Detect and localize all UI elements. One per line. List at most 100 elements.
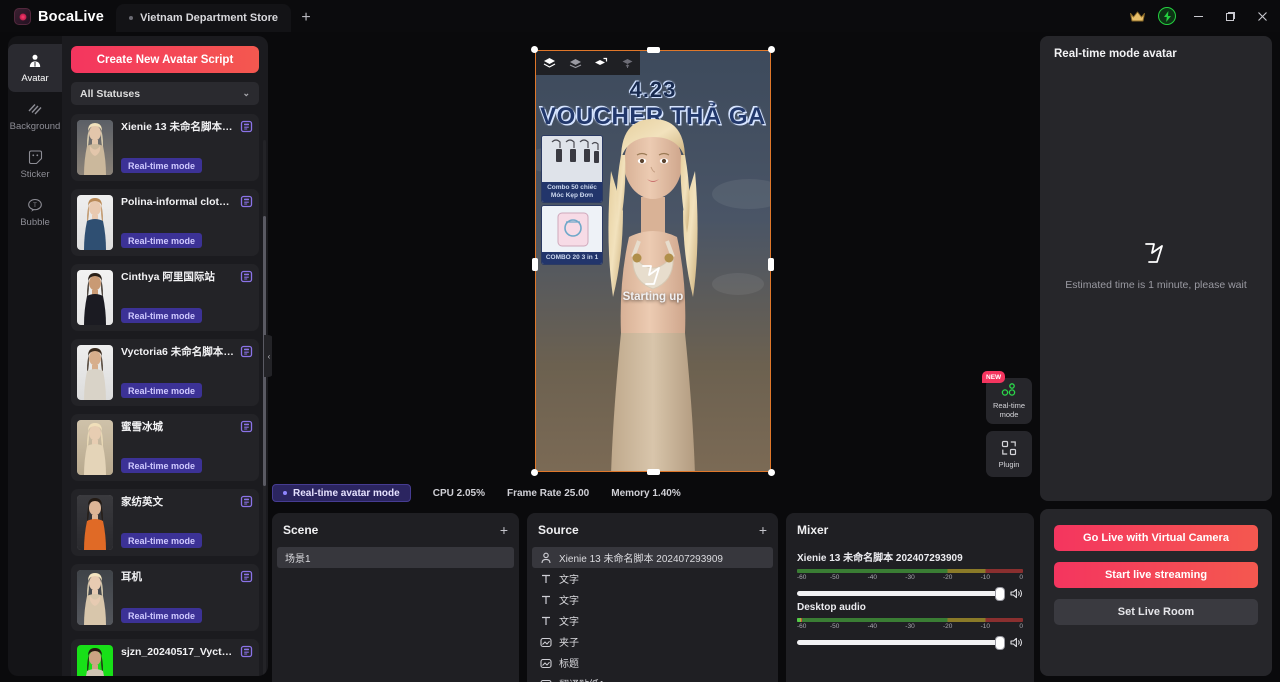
avatar-thumbnail xyxy=(77,345,113,400)
status-badge: Real-time mode xyxy=(121,608,203,623)
script-icon[interactable] xyxy=(240,420,253,433)
layer-stack-icon[interactable] xyxy=(562,57,588,69)
layer-forward-icon[interactable] xyxy=(588,57,614,69)
boost-icon[interactable] xyxy=(1152,1,1182,31)
close-button[interactable] xyxy=(1246,0,1278,32)
resize-handle-tr[interactable] xyxy=(768,46,775,53)
avatar-card-body: 家纺英文 Real-time mode xyxy=(121,495,253,550)
text-icon xyxy=(540,615,552,627)
avatar-card[interactable]: Vyctoria6 未命名脚本 2… Real-time mode xyxy=(71,339,259,406)
script-icon[interactable] xyxy=(240,120,253,133)
mixer-tick: -40 xyxy=(867,574,878,581)
source-list-item[interactable]: 翻译贴纸1 xyxy=(532,673,773,682)
script-icon[interactable] xyxy=(240,645,253,658)
avatar-card[interactable]: 耳机 Real-time mode xyxy=(71,564,259,631)
left-nav-rail: Avatar Background Sticker T Bubble xyxy=(8,36,62,676)
source-list-item[interactable]: 文字 xyxy=(532,610,773,631)
script-icon[interactable] xyxy=(240,195,253,208)
preview-stage: 4.23 VOUCHER THẢ GA Combo 50 chiếc Móc K… xyxy=(272,36,1034,480)
avatar-card-title: Vyctoria6 未命名脚本 2… xyxy=(121,346,243,358)
resize-handle-bl[interactable] xyxy=(531,469,538,476)
start-live-streaming-button[interactable]: Start live streaming xyxy=(1054,562,1258,588)
minimize-button[interactable] xyxy=(1182,0,1214,32)
create-new-avatar-script-button[interactable]: Create New Avatar Script xyxy=(71,46,259,73)
resize-handle-b[interactable] xyxy=(647,469,660,475)
avatar-card[interactable]: Cinthya 阿里国际站 Real-time mode xyxy=(71,264,259,331)
avatar-card-body: Polina-informal cloth… Real-time mode xyxy=(121,195,253,250)
source-panel-header: Source + xyxy=(527,513,778,547)
script-icon[interactable] xyxy=(240,270,253,283)
sidebar-item-avatar[interactable]: Avatar xyxy=(8,44,62,92)
go-live-virtual-camera-button[interactable]: Go Live with Virtual Camera xyxy=(1054,525,1258,551)
add-tab-button[interactable]: + xyxy=(291,4,321,32)
avatar-card-title: sjzn_20240517_Vycto… xyxy=(121,646,239,658)
resize-handle-t[interactable] xyxy=(647,47,660,53)
mixer-volume-slider[interactable] xyxy=(797,587,1004,600)
source-item-label: 翻译贴纸1 xyxy=(559,676,605,682)
status-mode-label: Real-time avatar mode xyxy=(293,487,400,499)
sidebar-item-bubble[interactable]: T Bubble xyxy=(8,188,62,236)
resize-handle-br[interactable] xyxy=(768,469,775,476)
mixer-volume-row xyxy=(797,587,1023,600)
resize-handle-tl[interactable] xyxy=(531,46,538,53)
plugin-icon xyxy=(1001,440,1017,458)
avatar-card[interactable]: 家纺英文 Real-time mode xyxy=(71,489,259,556)
sidebar-item-sticker[interactable]: Sticker xyxy=(8,140,62,188)
mixer-scale: -60 -50 -40 -30 -20 -10 0 xyxy=(797,574,1023,585)
avatar-card-title: Xienie 13 未命名脚本 2… xyxy=(121,121,242,133)
startup-overlay: Starting up xyxy=(536,263,770,303)
source-list-item[interactable]: 标题 xyxy=(532,652,773,673)
scene-list-item[interactable]: 场景1 xyxy=(277,547,514,568)
add-source-button[interactable]: + xyxy=(759,522,767,538)
speaker-icon[interactable] xyxy=(1010,636,1023,649)
preview-canvas[interactable]: 4.23 VOUCHER THẢ GA Combo 50 chiếc Móc K… xyxy=(535,50,771,472)
source-list-item[interactable]: 夹子 xyxy=(532,631,773,652)
svg-text:T: T xyxy=(33,203,37,209)
preview-canvas-wrapper[interactable]: 4.23 VOUCHER THẢ GA Combo 50 chiếc Móc K… xyxy=(531,46,775,476)
script-icon[interactable] xyxy=(240,345,253,358)
mixer-panel-header: Mixer xyxy=(786,513,1034,547)
tab-bar: Vietnam Department Store + xyxy=(116,0,321,32)
chevron-down-icon: ⌄ xyxy=(242,88,250,98)
mixer-volume-slider[interactable] xyxy=(797,636,1004,649)
source-list-item[interactable]: Xienie 13 未命名脚本 202407293909 xyxy=(532,547,773,568)
status-dot-icon xyxy=(283,491,287,495)
source-item-label: 文字 xyxy=(559,575,579,586)
crown-icon[interactable] xyxy=(1122,1,1152,31)
source-list-item[interactable]: 文字 xyxy=(532,568,773,589)
scene-item-label: 场景1 xyxy=(285,554,311,565)
realtime-mode-button[interactable]: NEW Real-time mode xyxy=(982,371,1032,424)
status-filter-select[interactable]: All Statuses ⌄ xyxy=(71,82,259,105)
plugin-button[interactable]: Plugin xyxy=(986,431,1032,477)
script-icon[interactable] xyxy=(240,570,253,583)
resize-handle-l[interactable] xyxy=(532,258,538,271)
layer-up-icon[interactable] xyxy=(614,57,640,69)
sticker-icon xyxy=(26,148,44,166)
realtime-loading-state: Estimated time is 1 minute, please wait xyxy=(1040,241,1272,293)
text-icon xyxy=(540,573,552,585)
tab-vietnam-department-store[interactable]: Vietnam Department Store xyxy=(116,4,292,32)
avatar-card[interactable]: sjzn_20240517_Vycto… xyxy=(71,639,259,676)
resize-handle-r[interactable] xyxy=(768,258,774,271)
layer-front-icon[interactable] xyxy=(536,57,562,69)
status-badge-realtime-avatar-mode[interactable]: Real-time avatar mode xyxy=(272,484,411,502)
avatar-thumbnail xyxy=(77,495,113,550)
source-list-item[interactable]: 文字 xyxy=(532,589,773,610)
maximize-button[interactable] xyxy=(1214,0,1246,32)
avatar-thumbnail xyxy=(77,570,113,625)
right-column: Real-time mode avatar Estimated time is … xyxy=(1040,36,1272,676)
speaker-icon[interactable] xyxy=(1010,587,1023,600)
sidebar-item-background[interactable]: Background xyxy=(8,92,62,140)
source-panel: Source + Xienie 13 未命名脚本 202407293909 文字… xyxy=(527,513,778,682)
avatar-card[interactable]: Polina-informal cloth… Real-time mode xyxy=(71,189,259,256)
avatar-card-title: 耳机 xyxy=(121,571,142,583)
avatar-list-panel: Create New Avatar Script All Statuses ⌄ … xyxy=(62,36,268,676)
sidebar-item-avatar-label: Avatar xyxy=(21,73,49,84)
add-scene-button[interactable]: + xyxy=(500,522,508,538)
avatar-card[interactable]: 蜜雪冰城 Real-time mode xyxy=(71,414,259,481)
mixer-tick: -20 xyxy=(942,574,953,581)
script-icon[interactable] xyxy=(240,495,253,508)
set-live-room-button[interactable]: Set Live Room xyxy=(1054,599,1258,625)
avatar-card[interactable]: Xienie 13 未命名脚本 2… Real-time mode xyxy=(71,114,259,181)
mixer-channel-name: Xienie 13 未命名脚本 202407293909 xyxy=(797,553,963,564)
